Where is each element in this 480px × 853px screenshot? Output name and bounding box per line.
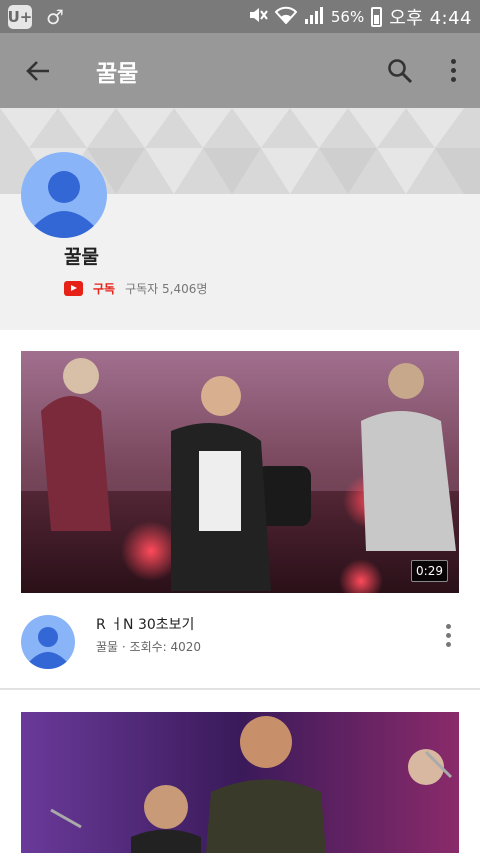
video-title[interactable]: R ㅓN 30초보기 [96,614,194,634]
subscribe-button[interactable]: 구독 [93,280,115,297]
subscriber-count: 구독자 5,406명 [125,282,208,296]
video-thumbnail[interactable]: 0:29 [21,351,459,593]
status-bar: U+ ♂ 56% 오후 4:44 [0,0,480,33]
youtube-icon [64,281,83,296]
video-duration: 0:29 [411,560,448,582]
battery-icon [371,6,383,27]
wifi-icon [274,6,298,28]
battery-percent: 56% [330,7,365,26]
channel-name: 꿀물 [64,246,99,268]
search-button[interactable] [374,33,426,108]
video-thumbnail[interactable] [21,712,459,853]
gender-icon: ♂ [46,4,64,29]
signal-icon [304,6,324,28]
video-meta: 꿀물 · 조회수: 4020 [96,640,202,654]
page-title: 꿀물 [96,60,139,87]
video-more-button[interactable] [436,624,460,650]
app-bar: 꿀물 [0,33,480,108]
clock: 오후 4:44 [389,7,472,29]
more-vert-icon [445,624,451,650]
subscribe-row[interactable]: 구독 구독자 5,406명 [64,280,207,297]
carrier-icon: U+ [8,4,32,29]
person-icon [29,627,67,669]
more-options-button[interactable] [426,33,480,108]
more-vert-icon [450,59,456,82]
search-icon [388,58,413,83]
video-channel-avatar[interactable] [21,615,75,669]
person-icon [34,171,94,238]
arrow-back-icon [26,60,49,81]
mute-icon [248,6,268,28]
divider [0,688,480,690]
channel-avatar[interactable] [21,152,107,238]
back-button[interactable] [0,33,76,108]
